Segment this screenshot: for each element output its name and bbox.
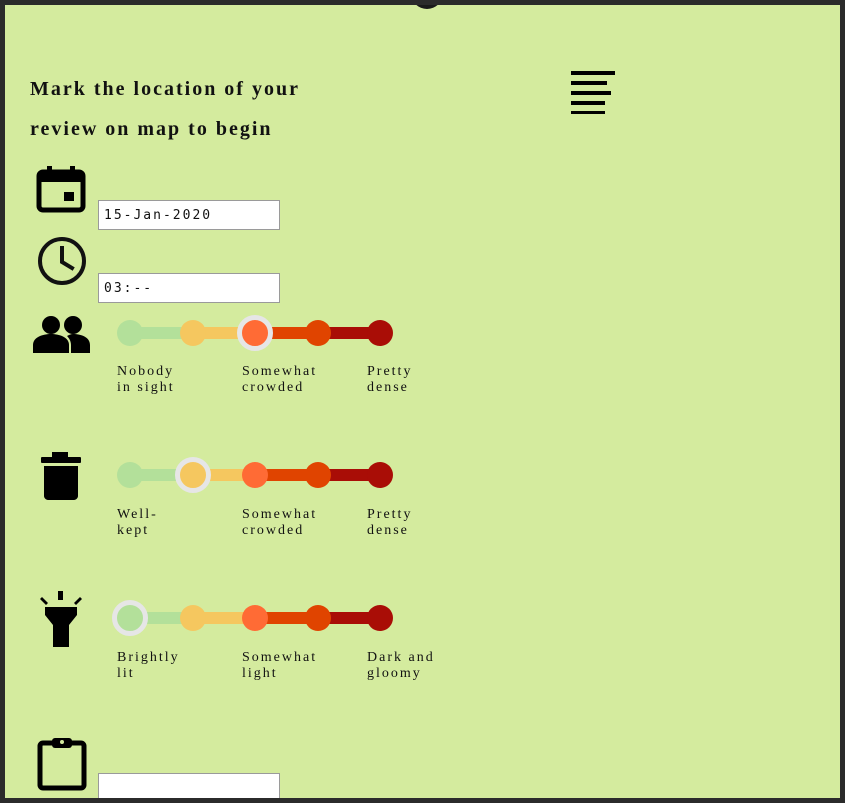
cleanliness-level-3[interactable]	[242, 462, 268, 488]
lighting-label-high: Dark and gloomy	[367, 650, 435, 681]
crowd-level-5[interactable]	[367, 320, 393, 346]
calendar-icon	[36, 166, 86, 213]
crowd-label-low: Nobody in sight	[117, 364, 175, 395]
crowd-level-4[interactable]	[304, 320, 331, 346]
people-icon	[33, 316, 90, 353]
lighting-level-5[interactable]	[367, 605, 393, 631]
lighting-level-2[interactable]	[179, 605, 206, 631]
crowd-level-3-selected[interactable]	[237, 315, 273, 351]
date-field[interactable]	[98, 200, 280, 230]
page-heading: Mark the location of your review on map …	[30, 78, 300, 140]
clock-icon	[38, 237, 86, 285]
crowd-label-high: Pretty dense	[367, 364, 413, 395]
cleanliness-level-2-selected[interactable]	[174, 457, 211, 493]
cleanliness-label-mid: Somewhat crowded	[242, 507, 318, 538]
cleanliness-level-1[interactable]	[117, 462, 143, 488]
lighting-label-mid: Somewhat light	[242, 650, 318, 681]
clipboard-icon	[37, 738, 87, 791]
crowd-scale[interactable]	[117, 313, 407, 353]
crowd-level-2[interactable]	[179, 320, 206, 346]
lighting-level-3[interactable]	[242, 605, 268, 631]
cleanliness-label-low: Well-kept	[117, 507, 158, 538]
app-panel: Mark the location of your review on map …	[5, 5, 840, 798]
cleanliness-level-5[interactable]	[367, 462, 393, 488]
menu-icon[interactable]	[571, 71, 617, 115]
top-handle[interactable]	[411, 5, 443, 9]
time-field[interactable]	[98, 273, 280, 303]
lighting-label-low: Brightly lit	[117, 650, 180, 681]
lighting-level-4[interactable]	[304, 605, 331, 631]
lighting-scale[interactable]	[112, 598, 407, 638]
cleanliness-scale[interactable]	[117, 455, 407, 495]
lighting-level-1-selected[interactable]	[112, 600, 148, 636]
cleanliness-level-4[interactable]	[304, 462, 331, 488]
cleanliness-label-high: Pretty dense	[367, 507, 413, 538]
crowd-label-mid: Somewhat crowded	[242, 364, 318, 395]
crowd-level-1[interactable]	[117, 320, 143, 346]
trash-icon	[41, 452, 81, 500]
flashlight-icon	[40, 591, 82, 647]
notes-field[interactable]	[98, 773, 280, 798]
